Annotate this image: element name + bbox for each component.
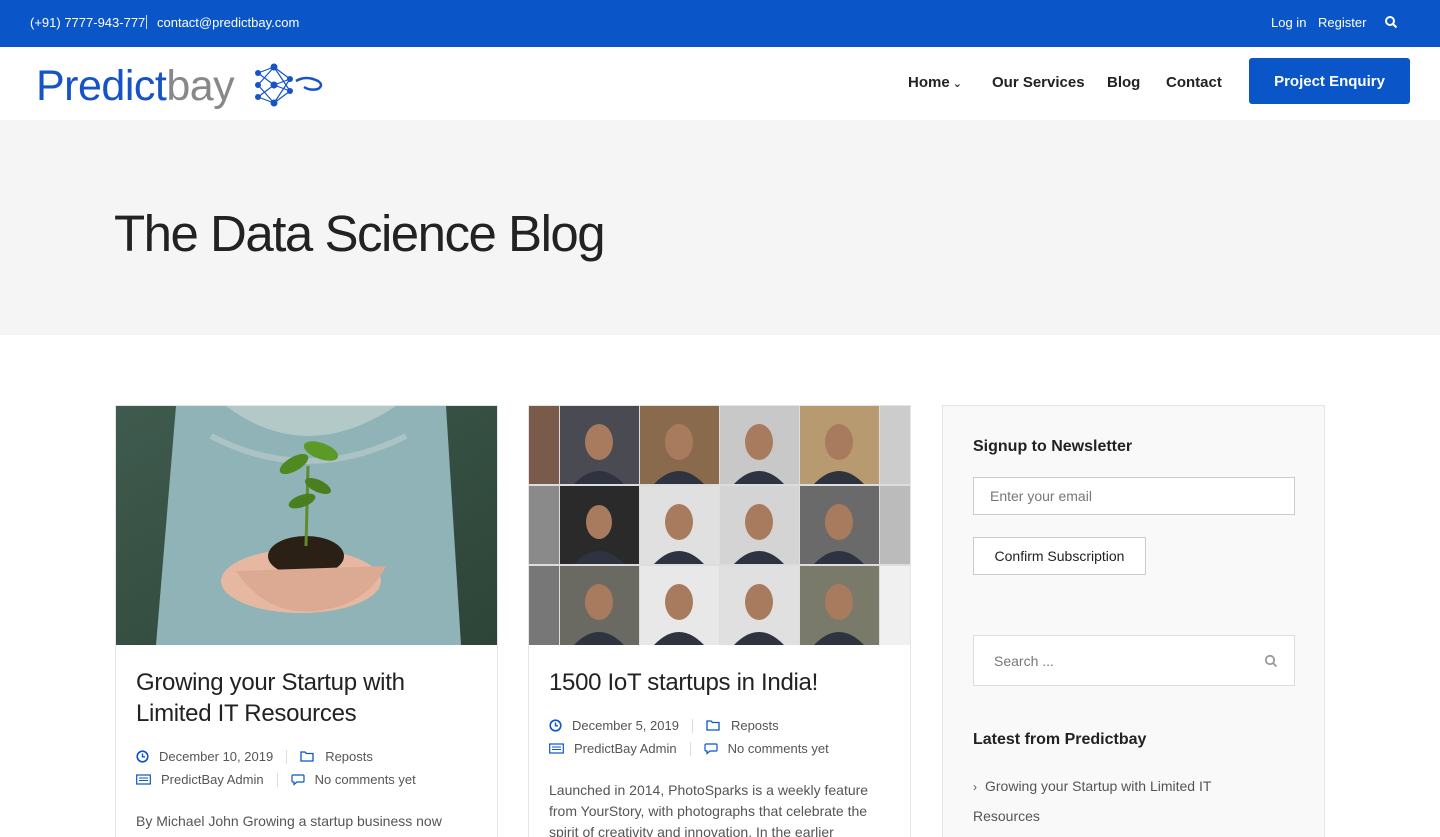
post-author[interactable]: PredictBay Admin — [574, 741, 677, 756]
post-title[interactable]: Growing your Startup with Limited IT Res… — [136, 667, 476, 729]
predictbay-logo[interactable]: Predictbay — [36, 59, 336, 111]
phone-number[interactable]: (+91) 7777-943-777 — [30, 15, 145, 30]
post-category[interactable]: Reposts — [325, 749, 373, 764]
sidebar-search — [973, 635, 1295, 686]
latest-post-link[interactable]: › Growing your Startup with Limited IT Re… — [973, 772, 1273, 831]
post-card: Growing your Startup with Limited IT Res… — [115, 405, 498, 837]
post-comments[interactable]: No comments yet — [315, 772, 416, 787]
search-input[interactable] — [974, 636, 1244, 685]
page-hero: The Data Science Blog — [0, 120, 1440, 335]
clock-icon — [549, 719, 562, 732]
clock-icon — [136, 750, 149, 763]
folder-icon — [706, 720, 720, 731]
comment-icon — [291, 774, 305, 786]
post-comments[interactable]: No comments yet — [728, 741, 829, 756]
logo-wordmark: Predictbay — [36, 62, 235, 110]
nav-blog[interactable]: Blog — [1107, 74, 1140, 91]
comment-icon — [704, 743, 718, 755]
latest-title: Latest from Predictbay — [973, 731, 1147, 748]
post-card: 1500 IoT startups in India! December 5, … — [528, 405, 911, 837]
nav-contact[interactable]: Contact — [1166, 74, 1222, 91]
neural-network-logo-icon — [255, 63, 323, 107]
post-thumbnail-portraits-grid[interactable] — [529, 406, 910, 645]
newsletter-email-input[interactable] — [973, 477, 1295, 515]
post-excerpt: By Michael John Growing a startup busine… — [136, 813, 442, 829]
keyboard-icon — [549, 743, 564, 754]
register-link[interactable]: Register — [1318, 15, 1366, 30]
chevron-right-icon: › — [973, 780, 977, 794]
folder-icon — [300, 751, 314, 762]
post-meta-row: PredictBay Admin No comments yet — [549, 741, 829, 756]
keyboard-icon — [136, 774, 151, 785]
page-title: The Data Science Blog — [114, 205, 606, 262]
post-excerpt: Launched in 2014, PhotoSparks is a weekl… — [549, 782, 869, 837]
post-thumbnail-seedling[interactable] — [116, 406, 497, 645]
post-meta-row: December 10, 2019 Reposts — [136, 749, 373, 764]
post-title[interactable]: 1500 IoT startups in India! — [549, 667, 889, 698]
top-bar: (+91) 7777-943-777 contact@predictbay.co… — [0, 0, 1440, 47]
chevron-down-icon: ⌄ — [952, 78, 962, 90]
contact-email[interactable]: contact@predictbay.com — [157, 15, 299, 30]
search-icon[interactable] — [1264, 654, 1278, 668]
nav-home[interactable]: Home ⌄ — [908, 74, 962, 91]
post-meta-row: December 5, 2019 Reposts — [549, 718, 779, 733]
top-bar-divider — [146, 15, 147, 29]
sidebar: Signup to Newsletter Confirm Subscriptio… — [942, 405, 1325, 837]
nav-our-services[interactable]: Our Services — [992, 74, 1085, 91]
confirm-subscription-button[interactable]: Confirm Subscription — [973, 537, 1146, 575]
post-date: December 5, 2019 — [572, 718, 679, 733]
site-header: Predictbay Home ⌄ Our Services Blog Conta… — [0, 47, 1440, 120]
post-date: December 10, 2019 — [159, 749, 274, 764]
newsletter-title: Signup to Newsletter — [973, 438, 1133, 455]
login-link[interactable]: Log in — [1271, 15, 1306, 30]
post-author[interactable]: PredictBay Admin — [161, 772, 264, 787]
project-enquiry-button[interactable]: Project Enquiry — [1249, 58, 1410, 104]
post-category[interactable]: Reposts — [731, 718, 779, 733]
post-meta-row: PredictBay Admin No comments yet — [136, 772, 416, 787]
search-icon[interactable] — [1384, 15, 1398, 29]
